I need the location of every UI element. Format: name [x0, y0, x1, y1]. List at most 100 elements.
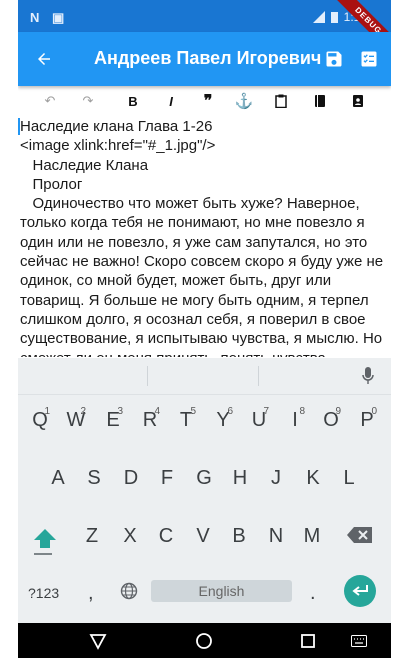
- editor-line: Пролог: [20, 175, 83, 193]
- system-nav-bar: [18, 623, 391, 658]
- enter-icon: [352, 585, 368, 596]
- period-key[interactable]: .: [310, 582, 316, 605]
- status-bar: N ▣ 1:19 DEBUG: [18, 0, 391, 58]
- book-button[interactable]: [309, 90, 331, 112]
- key[interactable]: W2: [65, 406, 87, 432]
- battery-icon: [330, 12, 338, 23]
- checklist-button[interactable]: [356, 46, 382, 72]
- key-hint: 0: [371, 406, 377, 417]
- key-label: I: [292, 409, 298, 431]
- key[interactable]: H: [229, 467, 251, 490]
- key[interactable]: I8: [284, 406, 306, 432]
- editor-line: товарищ. Я больше не могу быть одним, я …: [20, 291, 369, 309]
- editor-line: только когда тебя не понимают, но мне по…: [20, 214, 365, 232]
- text-cursor: [18, 118, 20, 135]
- key[interactable]: L: [338, 467, 360, 490]
- key[interactable]: Q1: [29, 406, 51, 432]
- key[interactable]: V: [192, 525, 214, 548]
- undo-icon: ↶: [44, 93, 56, 108]
- key-hint: 4: [154, 406, 160, 417]
- suggestion-divider: [147, 366, 148, 386]
- arrow-back-icon: [38, 53, 50, 65]
- checklist-icon: [361, 51, 377, 67]
- undo-button[interactable]: ↶: [39, 90, 61, 112]
- key-hint: 2: [80, 406, 86, 417]
- key-hint: 7: [263, 406, 269, 417]
- text-editor[interactable]: Наследие клана Глава 1-26 <image xlink:hr…: [18, 117, 391, 357]
- editor-line: сейчас не важно! Скоро совсем скоро я бу…: [20, 253, 384, 271]
- backspace-key[interactable]: [346, 525, 374, 545]
- editor-line: один или не повезло, я уже сам запутался…: [20, 233, 368, 251]
- back-button[interactable]: [30, 45, 58, 73]
- key[interactable]: B: [228, 525, 250, 548]
- key[interactable]: T5: [175, 406, 197, 432]
- key-hint: 8: [299, 406, 305, 417]
- bold-button[interactable]: B: [122, 90, 144, 112]
- back-triangle-icon[interactable]: [89, 632, 107, 650]
- key[interactable]: D: [120, 467, 142, 490]
- mic-icon[interactable]: [361, 367, 375, 385]
- key[interactable]: M: [301, 525, 323, 548]
- key-hint: 3: [117, 406, 123, 417]
- save-icon: [326, 51, 342, 67]
- key[interactable]: P0: [356, 406, 378, 432]
- key[interactable]: X: [119, 525, 141, 548]
- key-hint: 1: [44, 406, 50, 417]
- editor-line: Одиночество что может быть хуже? Наверно…: [20, 195, 360, 213]
- key[interactable]: S: [83, 467, 105, 490]
- space-bar[interactable]: English: [151, 580, 292, 602]
- key-hint: 5: [190, 406, 196, 417]
- key[interactable]: G: [193, 467, 215, 490]
- globe-icon[interactable]: [120, 582, 138, 600]
- format-toolbar: ↶ ↷ B I ❞ ⚓: [18, 86, 391, 114]
- suggestion-divider: [258, 366, 259, 386]
- person-doc-icon: [353, 95, 363, 107]
- frame-right: [391, 0, 410, 658]
- italic-button[interactable]: I: [160, 90, 182, 112]
- suggestion-strip: [18, 358, 391, 395]
- phone-screen: N ▣ 1:19 DEBUG Андреев Павел Игоревич ↶ …: [18, 0, 391, 658]
- frame-left: [0, 0, 18, 658]
- key[interactable]: E3: [102, 406, 124, 432]
- recents-square-icon[interactable]: [299, 632, 317, 650]
- signal-icon: [312, 11, 325, 23]
- shift-lock-indicator: [34, 553, 52, 555]
- key[interactable]: Y6: [212, 406, 234, 432]
- key[interactable]: K: [302, 467, 324, 490]
- editor-line: одинок, со мной будет, может быть, друг …: [20, 272, 332, 290]
- editor-line: сможет ли он меня принять, понять чувств…: [18, 349, 391, 357]
- comma-key[interactable]: ,: [88, 582, 94, 605]
- key[interactable]: A: [47, 467, 69, 490]
- key[interactable]: R4: [139, 406, 161, 432]
- key[interactable]: J: [265, 467, 287, 490]
- key[interactable]: U7: [248, 406, 270, 432]
- page-title: Андреев Павел Игоревич: [94, 48, 322, 68]
- key[interactable]: O9: [320, 406, 342, 432]
- editor-line: Наследие клана Глава 1-26: [20, 118, 213, 135]
- bold-icon: B: [128, 93, 138, 109]
- clipboard-button[interactable]: [270, 90, 292, 112]
- anchor-button[interactable]: ⚓: [233, 90, 255, 112]
- shift-key[interactable]: [30, 524, 60, 554]
- symbols-key[interactable]: ?123: [28, 585, 59, 601]
- key[interactable]: F: [156, 467, 178, 490]
- anchor-icon: ⚓: [234, 93, 254, 110]
- save-button[interactable]: [321, 46, 347, 72]
- editor-line: существование, я испытываю чувства, я мы…: [20, 330, 383, 348]
- home-circle-icon[interactable]: [195, 632, 213, 650]
- key-hint: 9: [335, 406, 341, 417]
- person-doc-button[interactable]: [347, 90, 369, 112]
- book-icon: [315, 95, 325, 107]
- enter-key[interactable]: [344, 575, 376, 607]
- key-hint: 6: [227, 406, 233, 417]
- key[interactable]: C: [155, 525, 177, 548]
- key[interactable]: N: [265, 525, 287, 548]
- italic-icon: I: [169, 93, 173, 109]
- clipboard-icon: [275, 94, 287, 108]
- redo-button[interactable]: ↷: [77, 90, 99, 112]
- key[interactable]: Z: [81, 525, 103, 548]
- keyboard-switch-icon[interactable]: [351, 632, 367, 650]
- notification-box-icon: ▣: [52, 10, 65, 25]
- editor-line: Наследие Клана: [20, 156, 149, 174]
- quote-button[interactable]: ❞: [197, 90, 219, 112]
